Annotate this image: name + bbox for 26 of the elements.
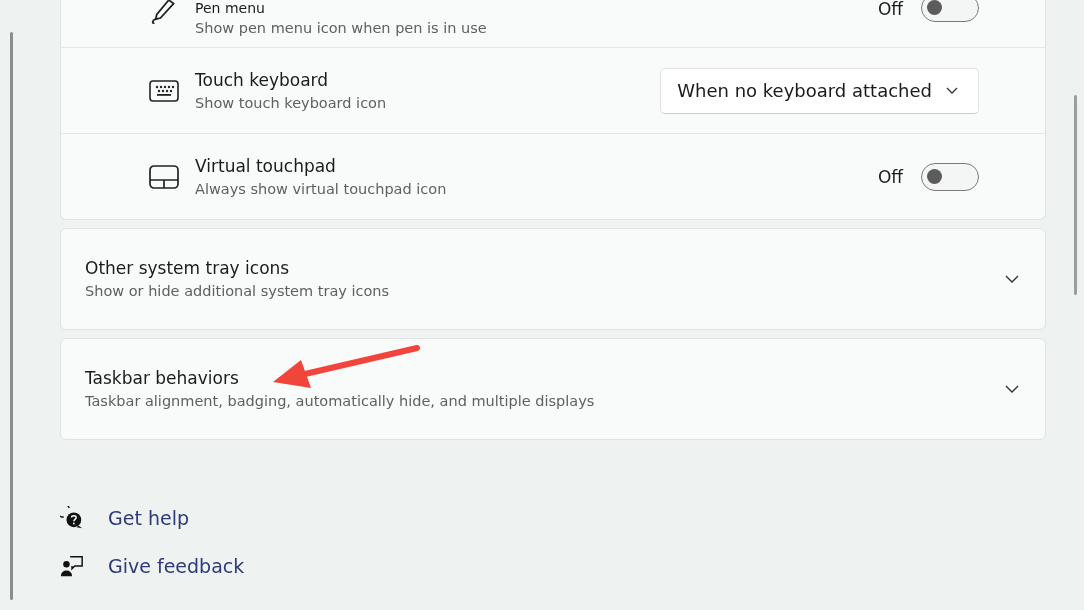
help-icon	[60, 506, 84, 530]
setting-title: Virtual touchpad	[195, 154, 337, 177]
touchpad-icon	[149, 164, 179, 189]
setting-description: Show pen menu icon when pen is in use	[195, 19, 488, 38]
chevron-down-icon	[946, 86, 958, 95]
toggle-switch[interactable]	[921, 162, 979, 191]
scrollbar[interactable]	[1074, 95, 1077, 295]
section-title: Taskbar behaviors	[85, 367, 240, 389]
expandable-section[interactable]: Other system tray icons Show or hide additional system tray icons	[60, 228, 1046, 330]
setting-title: Pen menu	[195, 0, 266, 16]
link[interactable]: Give feedback	[108, 555, 245, 577]
setting-title: Touch keyboard	[195, 68, 330, 91]
section-description: Taskbar alignment, badging, automatically hide, and multiple displays	[85, 392, 596, 411]
feedback-icon	[60, 554, 84, 578]
toggle-state-label: Off	[877, 0, 903, 18]
scrollbar[interactable]	[10, 32, 13, 600]
toggle-state-label: Off	[877, 166, 903, 187]
section-description: Show or hide additional system tray icons	[85, 282, 391, 301]
keyboard-icon	[149, 79, 179, 102]
setting-description: Show touch keyboard icon	[195, 93, 388, 113]
link[interactable]: Get help	[108, 507, 189, 529]
section-title: Other system tray icons	[85, 257, 291, 279]
expandable-section[interactable]: Taskbar behaviors Taskbar alignment, badging, automatically hide, and multiple displays	[60, 338, 1046, 440]
toggle-switch[interactable]	[921, 0, 979, 22]
setting-description: Always show virtual touchpad icon	[195, 179, 448, 199]
dropdown[interactable]: When no keyboard attached	[660, 67, 979, 114]
